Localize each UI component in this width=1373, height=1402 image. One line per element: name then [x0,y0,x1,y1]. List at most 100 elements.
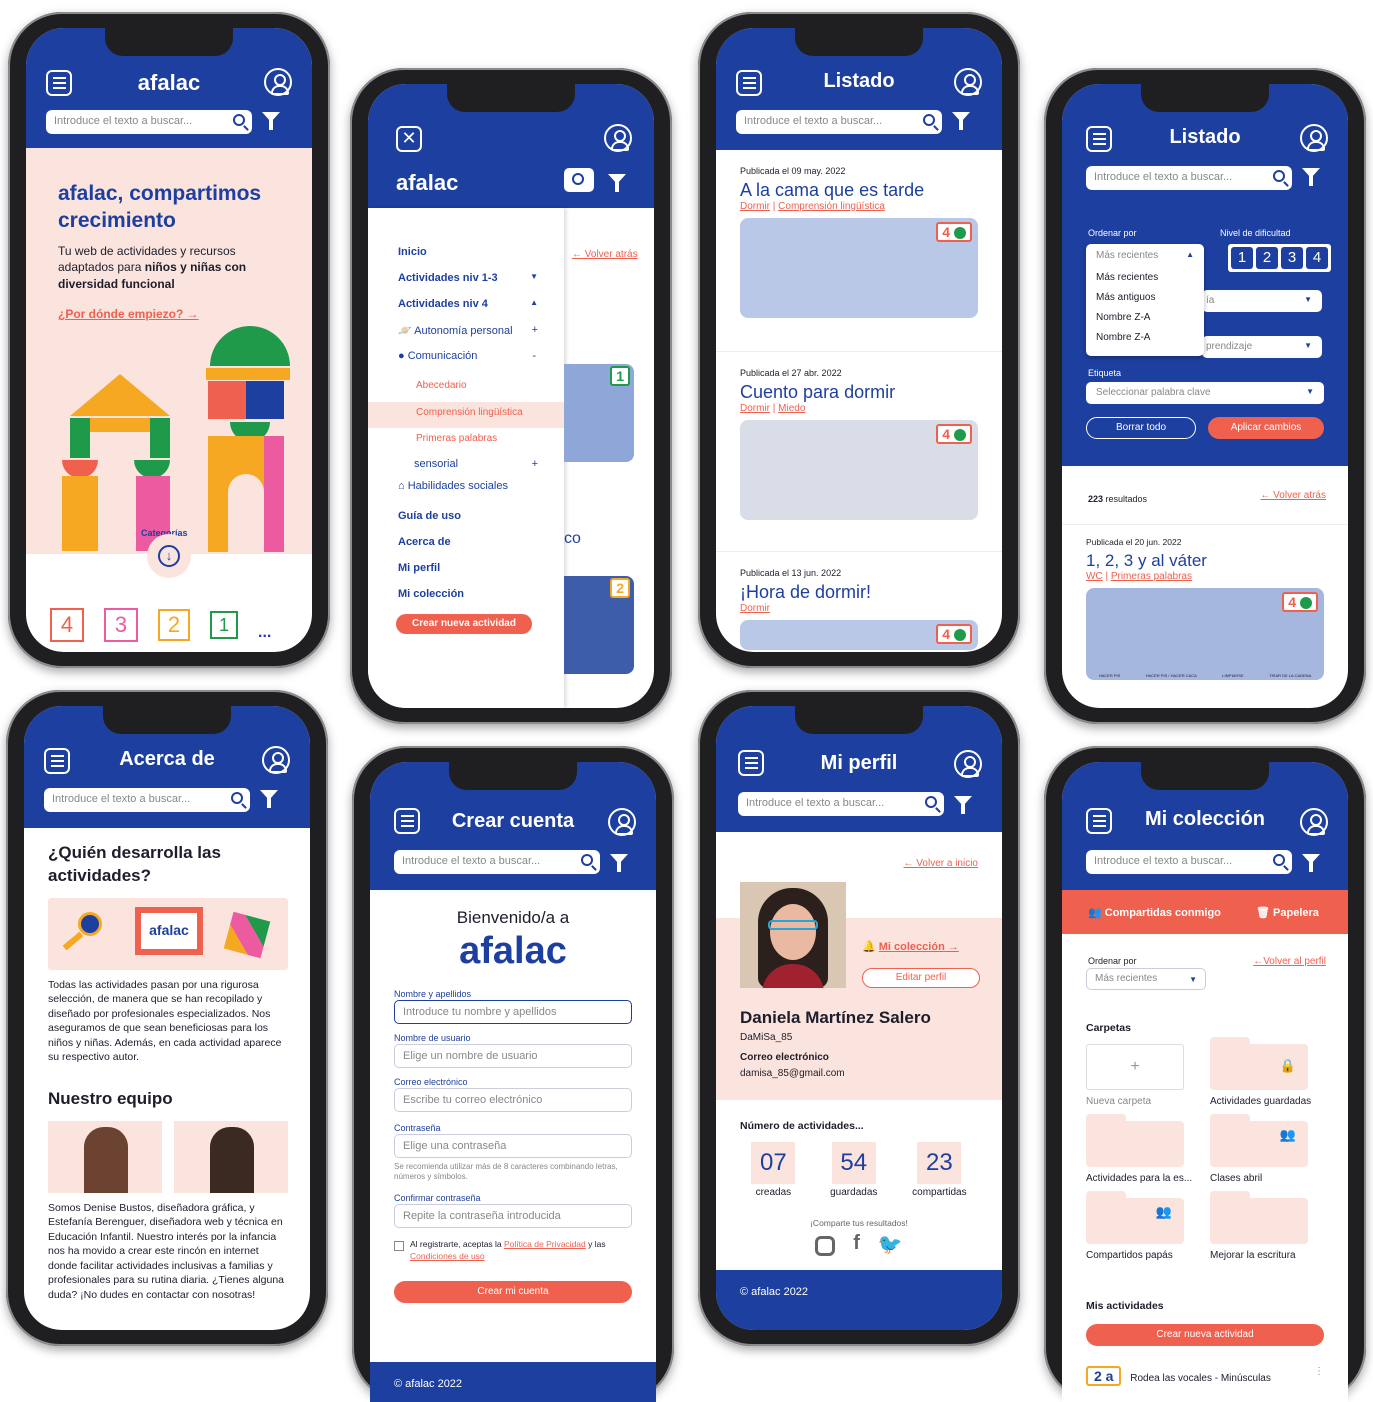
close-icon[interactable]: ✕ [396,126,422,152]
menu-item-niv-4[interactable]: Actividades niv 4 ▲ [368,298,564,324]
back-link[interactable]: ← Volver a inicio [904,858,978,869]
back-link[interactable]: ← Volver atrás [1260,490,1326,501]
search-icon[interactable] [923,114,935,126]
menu-item-comunicacion[interactable]: ● Comunicación - [368,350,564,376]
menu-item-autonomia[interactable]: 🪐 Autonomía personal + [368,324,564,350]
filter-icon[interactable] [608,174,626,192]
learning-select[interactable]: prendizaje ▼ [1202,336,1322,358]
tag-link[interactable]: Dormir [740,403,770,414]
search-input[interactable]: Introduce el texto a buscar... [1086,166,1292,190]
level-1-badge[interactable]: 1 [210,611,238,639]
dropdown-current[interactable]: Más recientes ▲ [1096,250,1194,272]
folder-activities[interactable]: Actividades para la es... [1086,1114,1210,1184]
search-icon[interactable] [925,796,937,808]
list-item[interactable]: Publicada el 27 abr. 2022 Cuento para do… [716,352,1002,552]
tag-link[interactable]: Primeras palabras [1111,571,1192,582]
instagram-icon[interactable] [815,1236,836,1256]
tag-link[interactable]: WC [1086,571,1103,582]
user-icon[interactable] [954,750,982,778]
menu-sub-primeras[interactable]: Primeras palabras [368,428,564,458]
item-title[interactable]: Cuento para dormir [740,382,978,403]
add-folder-icon[interactable]: + [1086,1044,1184,1090]
user-icon[interactable] [262,746,290,774]
level-3-button[interactable]: 3 [1281,247,1303,269]
menu-item-habilidades[interactable]: ⌂ Habilidades sociales [368,480,564,510]
search-input[interactable]: Introduce el texto a buscar... [46,110,252,134]
menu-item-coleccion[interactable]: Mi colección [368,588,564,614]
menu-item-guia[interactable]: Guía de uso [368,510,564,536]
tab-shared[interactable]: 👥 Compartidas conmigo [1088,906,1256,919]
folder-new[interactable]: + Nueva carpeta [1086,1044,1210,1107]
filter-icon[interactable] [952,112,970,130]
item-title[interactable]: 1, 2, 3 y al váter [1086,551,1324,571]
dropdown-option[interactable]: Nombre Z-A [1096,312,1194,332]
confirm-password-input[interactable]: Repite la contraseña introducida [394,1204,632,1228]
folder-saved[interactable]: 🔒 Actividades guardadas [1210,1037,1334,1107]
level-4-badge[interactable]: 4 [50,608,84,642]
tag-link[interactable]: Dormir [740,201,770,212]
search-icon-box[interactable] [564,168,594,192]
menu-item-perfil[interactable]: Mi perfil [368,562,564,588]
category-select[interactable]: ía ▼ [1202,290,1322,312]
filter-icon[interactable] [610,854,628,872]
start-link[interactable]: ¿Por dónde empiezo? → [58,307,292,321]
order-select[interactable]: Más recientes ▼ [1086,968,1206,990]
menu-item-acerca[interactable]: Acerca de [368,536,564,562]
list-item[interactable]: Publicada el 20 jun. 2022 1, 2, 3 y al v… [1062,524,1348,680]
categories-arrow-icon[interactable]: ↓ [147,534,191,578]
more-options-icon[interactable]: ⋮ [1314,1366,1324,1377]
create-activity-button[interactable]: Crear nueva actividad [396,614,532,634]
search-input[interactable]: Introduce el texto a buscar... [1086,850,1292,874]
search-input[interactable]: Introduce el texto a buscar... [736,110,942,134]
search-icon[interactable] [231,792,243,804]
privacy-link[interactable]: Política de Privacidad [504,1239,586,1249]
back-link[interactable]: ← Volver atrás [564,249,638,260]
filter-icon[interactable] [1302,168,1320,186]
filter-icon[interactable] [260,790,278,808]
tag-link[interactable]: Dormir [740,603,770,614]
facebook-icon[interactable]: f [853,1232,860,1257]
folder-clases[interactable]: 👥 Clases abril [1210,1114,1334,1184]
list-item[interactable]: Publicada el 09 may. 2022 A la cama que … [716,150,1002,352]
user-icon[interactable] [954,68,982,96]
conditions-link[interactable]: Condiciones de uso [410,1251,485,1261]
tag-link[interactable]: Miedo [778,403,805,414]
search-input[interactable]: Introduce el texto a buscar... [738,792,944,816]
search-input[interactable]: Introduce el texto a buscar... [44,788,250,812]
email-input[interactable]: Escribe tu correo electrónico [394,1088,632,1112]
dropdown-option[interactable]: Más antiguos [1096,292,1194,312]
search-input[interactable]: Introduce el texto a buscar... [394,850,600,874]
order-dropdown[interactable]: Más recientes ▲ Más recientes Más antiguo… [1086,244,1204,356]
user-icon[interactable] [604,124,632,152]
list-item[interactable]: Publicada el 13 jun. 2022 ¡Hora de dormi… [716,552,1002,650]
level-3-badge[interactable]: 3 [104,608,138,642]
collection-link[interactable]: 🔔 Mi colección → [862,940,959,953]
tag-link[interactable]: Comprensión lingüística [778,201,885,212]
activity-row[interactable]: 2 a Rodea las vocales - Minúsculas ⋮ [1086,1366,1324,1390]
menu-sub-comprension[interactable]: Comprensión lingüística [368,402,564,428]
twitter-icon[interactable]: 🐦 [878,1232,903,1257]
tag-select[interactable]: Seleccionar palabra clave ▼ [1086,382,1324,404]
username-input[interactable]: Elige un nombre de usuario [394,1044,632,1068]
search-icon[interactable] [1273,854,1285,866]
clear-all-button[interactable]: Borrar todo [1086,417,1196,439]
filter-icon[interactable] [262,112,280,130]
dropdown-option[interactable]: Nombre Z-A [1096,332,1194,352]
level-4-button[interactable]: 4 [1306,247,1328,269]
tab-trash[interactable]: 🗑 Papelera [1256,906,1319,919]
item-title[interactable]: ¡Hora de dormir! [740,582,978,603]
back-link[interactable]: ←Volver al perfil [1253,956,1326,967]
filter-icon[interactable] [1302,854,1320,872]
terms-checkbox[interactable] [394,1241,404,1251]
menu-item-inicio[interactable]: Inicio [368,246,564,272]
level-2-badge[interactable]: 2 [158,609,190,641]
apply-button[interactable]: Aplicar cambios [1208,417,1324,439]
user-icon[interactable] [264,68,292,96]
user-icon[interactable] [1300,124,1328,152]
menu-item-niv-1-3[interactable]: Actividades niv 1-3 ▼ [368,272,564,298]
dropdown-option[interactable]: Más recientes [1096,272,1194,292]
search-icon[interactable] [572,173,584,185]
more-levels[interactable]: ... [258,624,271,642]
folder-papas[interactable]: 👥 Compartidos papás [1086,1191,1210,1261]
password-input[interactable]: Elige una contraseña [394,1134,632,1158]
